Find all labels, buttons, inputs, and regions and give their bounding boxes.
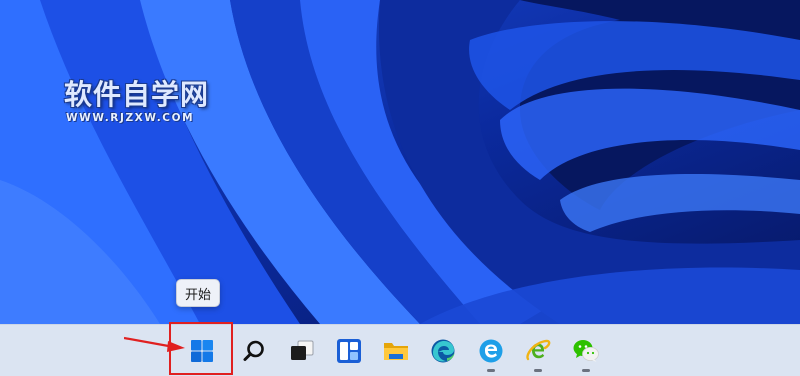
widgets-icon xyxy=(337,339,361,363)
search-button[interactable] xyxy=(238,335,270,367)
ie-button[interactable] xyxy=(522,335,554,372)
search-icon xyxy=(243,340,264,361)
watermark-url: WWW.RJZXW.COM xyxy=(66,112,195,124)
taskbar xyxy=(0,324,800,376)
running-indicator xyxy=(487,369,495,372)
running-indicator xyxy=(582,369,590,372)
ie-icon xyxy=(526,339,551,361)
desktop-wallpaper xyxy=(0,0,800,324)
folder-icon xyxy=(384,343,408,360)
task-view-icon xyxy=(291,340,314,360)
browser-button[interactable] xyxy=(475,335,507,372)
wechat-icon xyxy=(573,340,599,362)
task-view-button[interactable] xyxy=(286,335,318,367)
widgets-button[interactable] xyxy=(333,335,365,367)
running-indicator xyxy=(534,369,542,372)
wechat-button[interactable] xyxy=(570,335,602,372)
watermark-title: 软件自学网 xyxy=(64,78,210,111)
watermark: 软件自学网 WWW.RJZXW.COM xyxy=(64,78,209,124)
arrow-annotation-icon xyxy=(124,336,185,352)
file-explorer-button[interactable] xyxy=(380,335,412,367)
start-tooltip: 开始 xyxy=(176,279,220,307)
edge-icon xyxy=(431,339,455,363)
edge-button[interactable] xyxy=(427,335,459,367)
browser-e-icon xyxy=(479,339,503,363)
